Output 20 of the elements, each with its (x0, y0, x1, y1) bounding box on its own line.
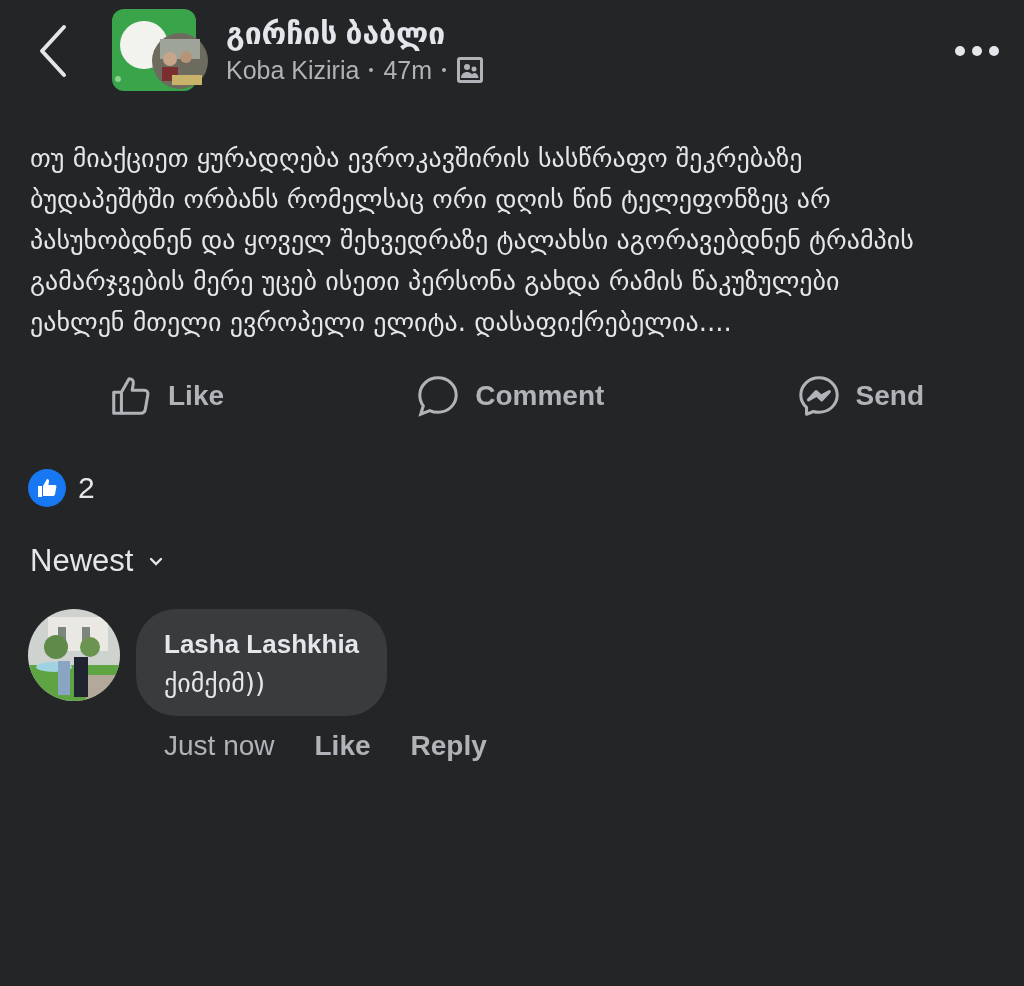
commenter-name[interactable]: Lasha Lashkhia (164, 629, 360, 660)
comment-action-button[interactable]: Reply (410, 730, 487, 762)
members-icon (456, 56, 485, 84)
comment-action-button[interactable]: Like (314, 730, 371, 762)
group-name[interactable]: გირჩის ბაბლი (226, 15, 954, 53)
separator-dot (369, 68, 374, 72)
send-button[interactable]: Send (795, 373, 924, 419)
comment-button[interactable]: Comment (415, 373, 605, 419)
comment-time: Just now (164, 730, 275, 762)
more-icon[interactable] (954, 45, 1000, 57)
sort-dropdown[interactable]: Newest (28, 543, 164, 579)
post-text: თუ მიაქციეთ ყურადღება ევროკავშირის სასწრაფო შეკრებაზე ბუდაპეშტში ორბანს რომელსაც ორი დღის წინ ტელეფონზეც არ პასუხობდნენ და ყოველ შეხვედრაზე ტალახსი აგორავებდნენ ტრამპის გამარჯვების მერე უცებ ისეთი პერსონა გახდა რამის წაკუზულები ეახლენ მთელი ევროპელი ელიტა. დასაფიქრებელია.... (30, 142, 915, 339)
like-reaction-icon (28, 469, 66, 507)
post-time: 47m (383, 55, 433, 86)
reaction-count[interactable]: 2 (78, 471, 95, 505)
comment-text: ქიმქიმ)) (164, 668, 267, 698)
chevron-down-icon (149, 556, 164, 566)
author-name[interactable]: Koba Kiziria (226, 53, 360, 87)
separator-dot (442, 68, 447, 72)
like-button[interactable]: Like (108, 373, 225, 419)
